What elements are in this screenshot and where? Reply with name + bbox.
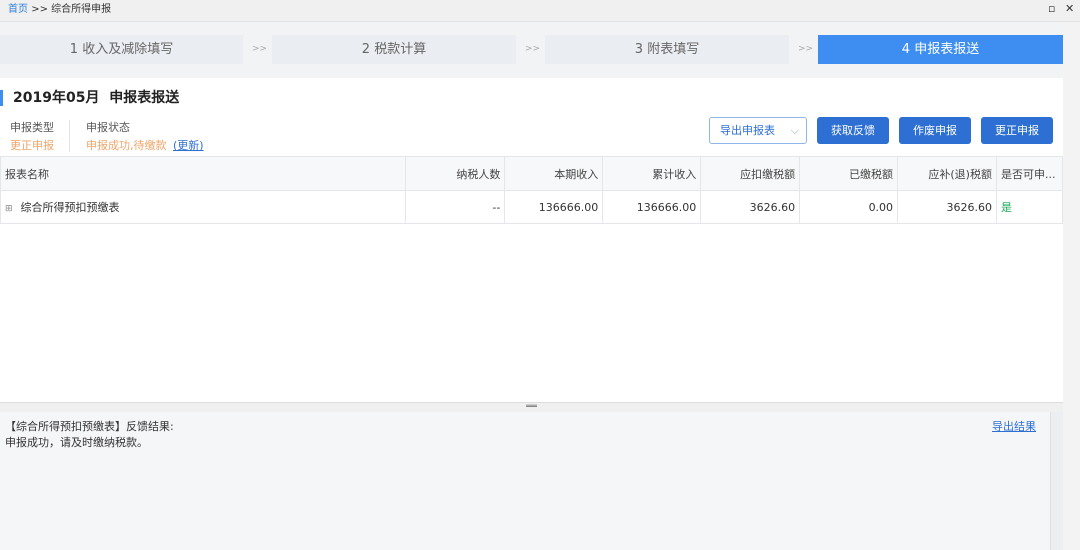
report-name: 综合所得预扣预缴表 — [20, 201, 120, 214]
step-4[interactable]: 4 申报表报送 — [818, 35, 1063, 64]
cell: 3626.60 — [700, 190, 801, 224]
declaration-table: 报表名称 纳税人数 本期收入 累计收入 应扣缴税额 已缴税额 应补(退)税额 是… — [0, 156, 1064, 224]
status-value: 申报成功,待缴款 — [86, 139, 167, 152]
step-2[interactable]: 2 税款计算 — [272, 35, 516, 64]
breadcrumb-home[interactable]: 首页 — [8, 4, 28, 15]
expand-icon[interactable]: ⊞ — [5, 204, 13, 214]
can-declare-value: 是 — [995, 190, 1064, 224]
col-header: 应扣缴税额 — [700, 156, 801, 191]
feedback-scrollbar[interactable] — [1050, 412, 1063, 550]
divider — [69, 120, 70, 152]
cell: 136666.00 — [602, 190, 702, 224]
feedback-panel: 【综合所得预扣预缴表】反馈结果: 申报成功，请及时缴纳税款。 — [0, 412, 1050, 550]
right-scrollbar[interactable] — [1063, 22, 1080, 550]
cell: 136666.00 — [504, 190, 604, 224]
col-header: 纳税人数 — [405, 156, 506, 191]
correct-declaration-button[interactable]: 更正申报 — [981, 117, 1053, 144]
step-1[interactable]: 1 收入及减除填写 — [0, 35, 243, 64]
step-3[interactable]: 3 附表填写 — [545, 35, 789, 64]
cell: 0.00 — [799, 190, 899, 224]
type-value: 更正申报 — [10, 139, 54, 152]
col-header: 已缴税额 — [799, 156, 899, 191]
step-separator: >> — [525, 44, 541, 54]
drag-handle-icon[interactable]: ══ — [526, 402, 537, 412]
panel-splitter[interactable]: ══ — [0, 402, 1063, 412]
col-header: 本期收入 — [504, 156, 604, 191]
close-icon[interactable]: ✕ — [1065, 2, 1074, 15]
status-label: 申报状态 — [86, 121, 130, 134]
col-header: 报表名称 — [0, 156, 407, 191]
breadcrumb: 首页 >> 综合所得申报 — [0, 0, 1080, 22]
cell: 3626.60 — [897, 190, 997, 224]
export-dropdown[interactable]: 导出申报表 ⌵ — [709, 117, 807, 144]
refresh-link[interactable]: (更新) — [173, 137, 204, 153]
feedback-title: 【综合所得预扣预缴表】反馈结果: — [5, 420, 174, 433]
restore-icon[interactable]: ▫ — [1048, 2, 1055, 15]
export-result-link[interactable]: 导出结果 — [992, 418, 1036, 434]
col-header: 是否可申... — [995, 156, 1064, 191]
type-label: 申报类型 — [10, 121, 54, 134]
step-separator: >> — [798, 44, 814, 54]
get-feedback-button[interactable]: 获取反馈 — [817, 117, 889, 144]
feedback-message: 申报成功，请及时缴纳税款。 — [5, 436, 148, 449]
export-dropdown-label: 导出申报表 — [720, 124, 775, 137]
table-header: 报表名称 纳税人数 本期收入 累计收入 应扣缴税额 已缴税额 应补(退)税额 是… — [0, 156, 1064, 191]
page-title: 2019年05月 申报表报送 — [0, 90, 179, 106]
table-row[interactable]: ⊞ 综合所得预扣预缴表 -- 136666.00 136666.00 3626.6… — [0, 190, 1064, 224]
step-separator: >> — [252, 44, 268, 54]
chevron-down-icon: ⌵ — [790, 124, 799, 137]
col-header: 应补(退)税额 — [897, 156, 997, 191]
breadcrumb-current: 综合所得申报 — [51, 4, 112, 15]
cell: -- — [405, 190, 506, 224]
col-header: 累计收入 — [602, 156, 702, 191]
breadcrumb-separator: >> — [31, 4, 48, 15]
void-declaration-button[interactable]: 作废申报 — [899, 117, 971, 144]
